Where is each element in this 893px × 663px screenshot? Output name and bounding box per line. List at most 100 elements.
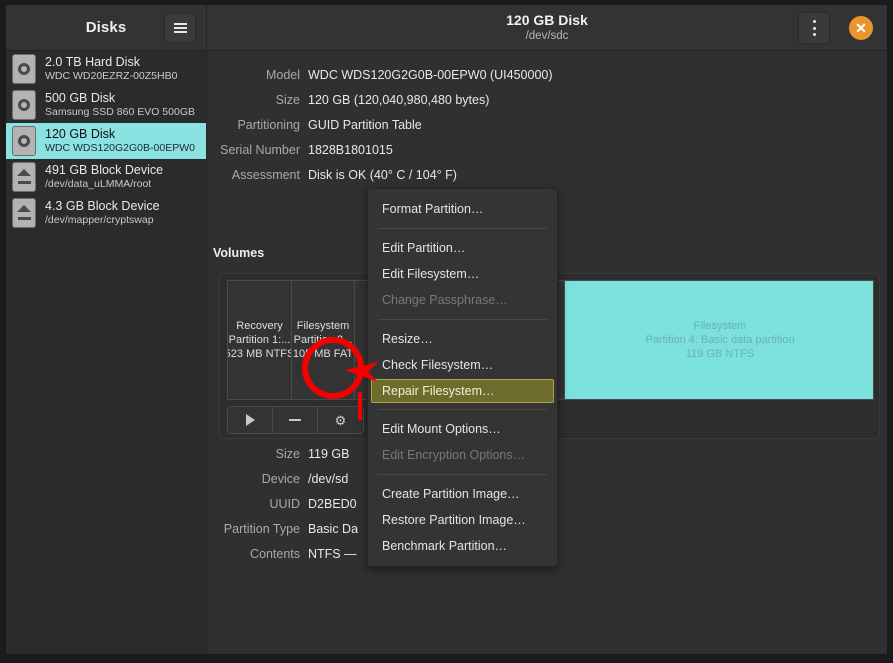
menu-item[interactable]: Repair Filesystem… bbox=[371, 379, 554, 403]
mount-partition-button[interactable] bbox=[228, 407, 273, 433]
menu-item[interactable]: Format Partition… bbox=[368, 196, 557, 222]
partition-segment-line3: 105 MB FAT bbox=[293, 347, 353, 361]
sidebar-device-item[interactable]: 500 GB DiskSamsung SSD 860 EVO 500GB bbox=[6, 87, 206, 123]
partition-detail-value: Basic Da bbox=[308, 522, 358, 536]
menu-item[interactable]: Edit Mount Options… bbox=[368, 416, 557, 442]
disk-detail-value: WDC WDS120G2G0B-00EPW0 (UI450000) bbox=[308, 68, 553, 82]
menu-separator bbox=[378, 474, 547, 475]
disk-detail-row: Size 120 GB (120,040,980,480 bytes) bbox=[207, 87, 887, 112]
menu-separator bbox=[378, 228, 547, 229]
disk-detail-value: Disk is OK (40° C / 104° F) bbox=[308, 168, 457, 182]
disk-detail-label: Model bbox=[207, 68, 300, 82]
disk-details-table: Model WDC WDS120G2G0B-00EPW0 (UI450000) Si… bbox=[207, 62, 887, 187]
partition-detail-value: D2BED0 bbox=[308, 497, 357, 511]
minus-delete-icon bbox=[289, 419, 301, 421]
disk-detail-value: 120 GB (120,040,980,480 bytes) bbox=[308, 93, 489, 107]
sidebar-device-title: 2.0 TB Hard Disk bbox=[45, 55, 177, 70]
hard-disk-icon bbox=[12, 90, 36, 120]
menu-item: Change Passphrase… bbox=[368, 287, 557, 313]
disk-detail-label: Size bbox=[207, 93, 300, 107]
sidebar-device-text: 500 GB DiskSamsung SSD 860 EVO 500GB bbox=[45, 91, 195, 119]
sidebar-device-subtitle: WDC WDS120G2G0B-00EPW0 bbox=[45, 142, 195, 155]
hamburger-icon bbox=[174, 21, 187, 34]
volumes-heading: Volumes bbox=[213, 246, 264, 260]
disk-detail-label: Serial Number bbox=[207, 143, 300, 157]
sidebar-device-title: 4.3 GB Block Device bbox=[45, 199, 160, 214]
sidebar-device-title: 491 GB Block Device bbox=[45, 163, 163, 178]
partition-segment[interactable]: FilesystemPartition 4: Basic data partit… bbox=[565, 281, 874, 399]
sidebar-device-text: 491 GB Block Device/dev/data_uLMMA/root bbox=[45, 163, 163, 191]
partition-segment-line2: Partition 2... bbox=[294, 333, 353, 347]
menu-separator bbox=[378, 409, 547, 410]
sidebar-device-text: 120 GB DiskWDC WDS120G2G0B-00EPW0 bbox=[45, 127, 195, 155]
volume-toolbar[interactable]: ⚙ bbox=[227, 406, 364, 434]
sidebar-title: Disks bbox=[86, 19, 127, 36]
sidebar-device-text: 4.3 GB Block Device/dev/mapper/cryptswap bbox=[45, 199, 160, 227]
hard-disk-icon bbox=[12, 126, 36, 156]
menu-item[interactable]: Benchmark Partition… bbox=[368, 533, 557, 559]
more-options-button[interactable] bbox=[798, 12, 830, 44]
menu-item[interactable]: Create Partition Image… bbox=[368, 481, 557, 507]
sidebar-device-item[interactable]: 4.3 GB Block Device/dev/mapper/cryptswap bbox=[6, 195, 206, 231]
disk-detail-value: 1828B1801015 bbox=[308, 143, 393, 157]
partition-detail-value: NTFS — bbox=[308, 547, 357, 561]
partition-segment-line3: 523 MB NTFS bbox=[228, 347, 292, 361]
screenshot-root: Disks 120 GB Disk /dev/sdc ✕ 2.0 TB Hard… bbox=[0, 0, 893, 663]
play-mount-icon bbox=[246, 414, 255, 426]
partition-detail-value: 119 GB bbox=[308, 447, 349, 461]
sidebar-device-text: 2.0 TB Hard DiskWDC WD20EZRZ-00Z5HB0 bbox=[45, 55, 177, 83]
sidebar-device-title: 500 GB Disk bbox=[45, 91, 195, 106]
hamburger-menu-button[interactable] bbox=[164, 13, 196, 43]
partition-segment[interactable]: RecoveryPartition 1:...523 MB NTFS bbox=[228, 281, 292, 399]
sidebar-device-item[interactable]: 491 GB Block Device/dev/data_uLMMA/root bbox=[6, 159, 206, 195]
disk-detail-value: GUID Partition Table bbox=[308, 118, 422, 132]
partition-context-menu[interactable]: Format Partition… Edit Partition…Edit Fil… bbox=[367, 188, 558, 567]
menu-item: Edit Encryption Options… bbox=[368, 442, 557, 468]
menu-item[interactable]: Edit Filesystem… bbox=[368, 261, 557, 287]
disk-detail-label: Assessment bbox=[207, 168, 300, 182]
partition-segment-line2: Partition 4: Basic data partition bbox=[645, 333, 794, 347]
partition-detail-value: /dev/sd bbox=[308, 472, 348, 486]
sidebar-device-item[interactable]: 2.0 TB Hard DiskWDC WD20EZRZ-00Z5HB0 bbox=[6, 51, 206, 87]
disk-detail-label: Partitioning bbox=[207, 118, 300, 132]
menu-item[interactable]: Check Filesystem… bbox=[368, 352, 557, 378]
partition-segment-line2: Partition 1:... bbox=[229, 333, 291, 347]
partition-detail-label: Device bbox=[207, 472, 300, 486]
hard-disk-icon bbox=[12, 54, 36, 84]
disk-detail-row: Serial Number 1828B1801015 bbox=[207, 137, 887, 162]
main-header: 120 GB Disk /dev/sdc ✕ bbox=[207, 5, 887, 51]
partition-segment-line1: Filesystem bbox=[694, 319, 747, 333]
partition-segment-line3: 119 GB NTFS bbox=[686, 347, 754, 361]
menu-item[interactable]: Resize… bbox=[368, 326, 557, 352]
sidebar-device-title: 120 GB Disk bbox=[45, 127, 195, 142]
sidebar-header: Disks bbox=[6, 5, 207, 51]
menu-item[interactable]: Edit Partition… bbox=[368, 235, 557, 261]
page-title: 120 GB Disk bbox=[506, 12, 588, 29]
partition-detail-label: UUID bbox=[207, 497, 300, 511]
sidebar-device-item[interactable]: 120 GB DiskWDC WDS120G2G0B-00EPW0 bbox=[6, 123, 206, 159]
partition-segment-line1: Filesystem bbox=[297, 319, 350, 333]
menu-separator bbox=[378, 319, 547, 320]
disk-detail-row: Partitioning GUID Partition Table bbox=[207, 112, 887, 137]
close-window-button[interactable]: ✕ bbox=[849, 16, 873, 40]
page-subtitle: /dev/sdc bbox=[526, 29, 569, 43]
close-icon: ✕ bbox=[855, 21, 867, 35]
partition-segment-line1: Recovery bbox=[236, 319, 282, 333]
gear-options-icon: ⚙ bbox=[335, 414, 347, 427]
partition-segment[interactable]: FilesystemPartition 2...105 MB FAT bbox=[292, 281, 355, 399]
sidebar-device-subtitle: WDC WD20EZRZ-00Z5HB0 bbox=[45, 70, 177, 83]
partition-options-button[interactable]: ⚙ bbox=[318, 407, 363, 433]
disk-detail-row: Model WDC WDS120G2G0B-00EPW0 (UI450000) bbox=[207, 62, 887, 87]
disk-detail-row: Assessment Disk is OK (40° C / 104° F) bbox=[207, 162, 887, 187]
partition-detail-label: Contents bbox=[207, 547, 300, 561]
block-device-icon bbox=[12, 162, 36, 192]
partition-detail-label: Size bbox=[207, 447, 300, 461]
block-device-icon bbox=[12, 198, 36, 228]
menu-item[interactable]: Restore Partition Image… bbox=[368, 507, 557, 533]
delete-partition-button[interactable] bbox=[273, 407, 318, 433]
disks-application-window: Disks 120 GB Disk /dev/sdc ✕ 2.0 TB Hard… bbox=[5, 4, 888, 655]
sidebar-device-subtitle: Samsung SSD 860 EVO 500GB bbox=[45, 106, 195, 119]
partition-detail-label: Partition Type bbox=[207, 522, 300, 536]
device-sidebar[interactable]: 2.0 TB Hard DiskWDC WD20EZRZ-00Z5HB0 500 … bbox=[6, 51, 207, 654]
sidebar-device-subtitle: /dev/data_uLMMA/root bbox=[45, 178, 163, 191]
